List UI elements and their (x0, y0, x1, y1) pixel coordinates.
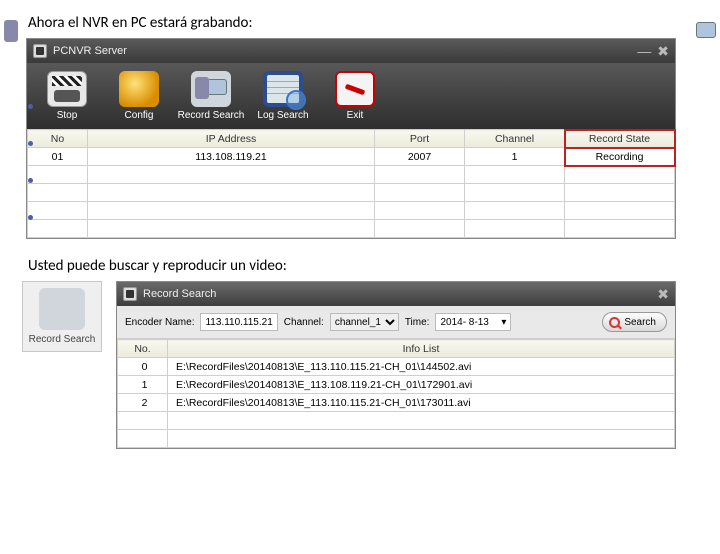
minimize-icon[interactable]: — (637, 43, 651, 59)
cell-state: Recording (565, 148, 675, 166)
col-record-state: Record State (565, 130, 675, 148)
encoder-field[interactable]: 113.110.115.21 (200, 313, 277, 331)
table-row (118, 430, 675, 448)
table-row[interactable]: 1E:\RecordFiles\20140813\E_113.108.119.2… (118, 376, 675, 394)
pcnvr-server-window: PCNVR Server — ✖ Stop Config Record Sear… (26, 38, 676, 239)
sidebar-dots (28, 104, 33, 252)
cell-ip: 113.108.119.21 (88, 148, 375, 166)
record-search-window: Record Search ✖ Encoder Name: 113.110.11… (116, 281, 676, 449)
table-row (28, 220, 675, 238)
gear-icon (119, 71, 159, 107)
col-channel: Channel (465, 130, 565, 148)
config-button[interactable]: Config (103, 69, 175, 123)
shortcut-label: Record Search (25, 334, 99, 345)
log-search-label: Log Search (257, 110, 308, 121)
time-value: 2014- 8-13 (440, 317, 488, 328)
table-row (28, 184, 675, 202)
cell-no: 01 (28, 148, 88, 166)
results-table: No. Info List 0E:\RecordFiles\20140813\E… (117, 339, 675, 448)
table-row[interactable]: 01 113.108.119.21 2007 1 Recording (28, 148, 675, 166)
window-title: Record Search (143, 288, 216, 300)
table-row (118, 412, 675, 430)
caption-recording: Ahora el NVR en PC estará grabando: (28, 14, 720, 32)
cell-port: 2007 (375, 148, 465, 166)
encoder-value: 113.110.115.21 (205, 317, 272, 328)
table-header-row: No IP Address Port Channel Record State (28, 130, 675, 148)
time-label: Time: (405, 317, 430, 328)
cell-channel: 1 (465, 148, 565, 166)
cell-no: 1 (118, 376, 168, 394)
main-toolbar: Stop Config Record Search Log Search Exi… (27, 63, 675, 129)
col-port: Port (375, 130, 465, 148)
titlebar: Record Search ✖ (117, 282, 675, 306)
stop-label: Stop (57, 110, 78, 121)
exit-button[interactable]: Exit (319, 69, 391, 123)
search-label: Search (624, 317, 656, 328)
device-table: No IP Address Port Channel Record State … (27, 129, 675, 238)
channel-select[interactable]: channel_1 (330, 313, 399, 331)
exit-icon (335, 71, 375, 107)
cell-info: E:\RecordFiles\20140813\E_113.108.119.21… (168, 376, 675, 394)
close-icon[interactable]: ✖ (657, 43, 669, 60)
time-field[interactable]: 2014- 8-13 ▾ (435, 313, 511, 331)
channel-label: Channel: (284, 317, 324, 328)
app-icon (33, 44, 47, 58)
col-no: No. (118, 340, 168, 358)
window-title: PCNVR Server (53, 45, 127, 57)
encoder-label: Encoder Name: (125, 317, 194, 328)
calendar-dropdown-icon: ▾ (501, 317, 506, 328)
col-ip: IP Address (88, 130, 375, 148)
table-header-row: No. Info List (118, 340, 675, 358)
table-row[interactable]: 0E:\RecordFiles\20140813\E_113.110.115.2… (118, 358, 675, 376)
camcorder-icon (39, 288, 85, 330)
titlebar: PCNVR Server — ✖ (27, 39, 675, 63)
record-search-button[interactable]: Record Search (175, 69, 247, 123)
caption-search: Usted puede buscar y reproducir un video… (28, 257, 720, 275)
log-search-icon (263, 71, 303, 107)
record-search-shortcut[interactable]: Record Search (22, 281, 102, 352)
app-icon (123, 287, 137, 301)
record-search-label: Record Search (178, 110, 245, 121)
filter-bar: Encoder Name: 113.110.115.21 Channel: ch… (117, 306, 675, 339)
camcorder-icon (191, 71, 231, 107)
exit-label: Exit (347, 110, 364, 121)
search-button[interactable]: Search (602, 312, 667, 332)
col-info: Info List (168, 340, 675, 358)
magnifier-icon (609, 317, 620, 328)
close-icon[interactable]: ✖ (657, 286, 669, 303)
col-no: No (28, 130, 88, 148)
table-row (28, 202, 675, 220)
cell-info: E:\RecordFiles\20140813\E_113.110.115.21… (168, 358, 675, 376)
config-label: Config (125, 110, 154, 121)
clapper-icon (47, 71, 87, 107)
table-row[interactable]: 2E:\RecordFiles\20140813\E_113.110.115.2… (118, 394, 675, 412)
cell-no: 0 (118, 358, 168, 376)
cell-no: 2 (118, 394, 168, 412)
cell-info: E:\RecordFiles\20140813\E_113.110.115.21… (168, 394, 675, 412)
log-search-button[interactable]: Log Search (247, 69, 319, 123)
stop-button[interactable]: Stop (31, 69, 103, 123)
table-row (28, 166, 675, 184)
